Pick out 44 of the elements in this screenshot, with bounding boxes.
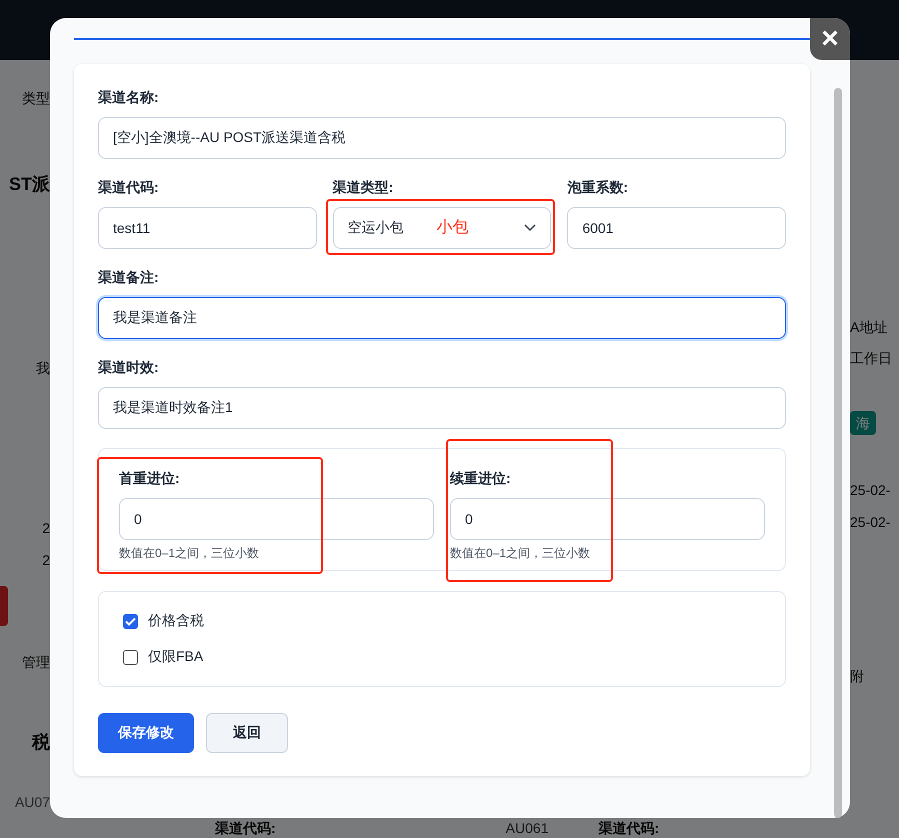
close-button[interactable]: ×: [810, 18, 850, 60]
checkbox[interactable]: [123, 614, 138, 628]
field-hint: 数值在0–1之间，三位小数: [119, 546, 260, 560]
chevron-down-icon: [524, 224, 536, 232]
page-text: 管理: [22, 653, 50, 672]
page-text: 25-02-: [850, 481, 890, 500]
page-text: A地址: [850, 318, 888, 337]
input-field[interactable]: [空小]全澳境--AU POST派送渠道含税: [98, 117, 786, 159]
card-label: 渠道代码:: [215, 820, 276, 836]
page-text: ST派: [8, 174, 50, 194]
checkbox-label: 价格含税: [148, 612, 204, 630]
input-field[interactable]: 我是渠道时效备注1: [98, 387, 786, 429]
save-button[interactable]: 保存修改: [98, 713, 194, 753]
input-field[interactable]: 0: [119, 498, 434, 540]
page-text: 2: [42, 551, 50, 570]
page-text: 税: [32, 732, 50, 752]
tag: 海: [850, 411, 876, 435]
card-label: 渠道代码:: [598, 820, 660, 836]
scrollbar[interactable]: [834, 88, 842, 818]
checkbox-label: 仅限FBA: [148, 648, 204, 666]
page-text: 2: [42, 519, 50, 538]
checkbox[interactable]: [123, 650, 138, 664]
field-label: 渠道代码:: [98, 178, 160, 196]
field-label: 渠道备注:: [98, 268, 160, 286]
page-text: AU07: [14, 793, 50, 812]
page-text: 附: [850, 667, 864, 686]
field-label: 续重进位:: [450, 469, 512, 487]
field-label: 渠道时效:: [98, 358, 160, 376]
field-label: 渠道名称:: [98, 88, 160, 106]
back-button[interactable]: 返回: [206, 713, 288, 753]
input-field[interactable]: 6001: [567, 207, 786, 249]
field-hint: 数值在0–1之间，三位小数: [450, 546, 592, 560]
card-value: AU061: [506, 820, 548, 836]
page-text: 类型: [22, 89, 50, 108]
input-field[interactable]: 我是渠道备注: [98, 297, 786, 339]
field-label: 渠道类型:: [332, 178, 394, 196]
page-text: 我: [36, 359, 50, 378]
page-text: 25-02-: [850, 513, 890, 532]
annotation-text: 小包: [436, 218, 469, 238]
input-field[interactable]: test11: [98, 207, 317, 249]
field-label: 泡重系数:: [567, 178, 629, 196]
field-label: 首重进位:: [119, 469, 181, 487]
input-field[interactable]: 0: [450, 498, 765, 540]
page-text: 工作日: [850, 349, 892, 368]
